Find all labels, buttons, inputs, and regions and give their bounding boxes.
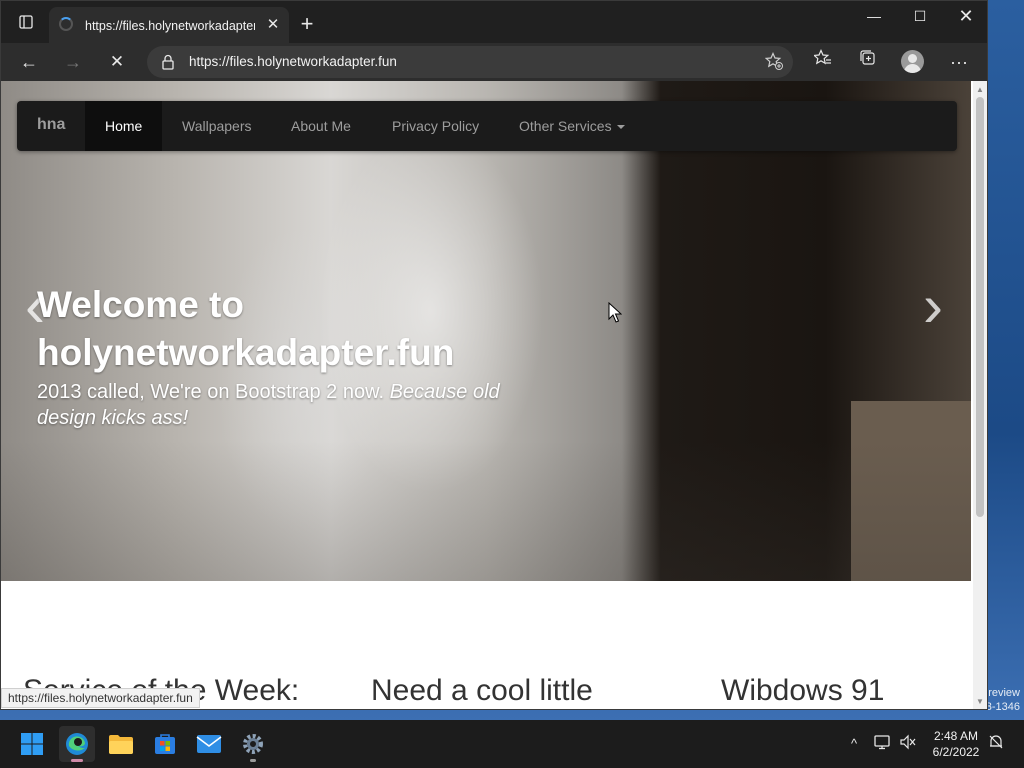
- microsoft-store-icon[interactable]: [147, 726, 183, 762]
- running-indicator: [250, 759, 256, 762]
- mouse-cursor-icon: [608, 301, 623, 324]
- profile-icon[interactable]: [899, 49, 927, 75]
- network-icon[interactable]: [872, 734, 892, 754]
- tab-actions-icon[interactable]: [11, 11, 41, 39]
- tab-close-icon[interactable]: ✕: [263, 15, 283, 35]
- caption-subtitle: 2013 called, We're on Bootstrap 2 now. B…: [37, 379, 557, 431]
- nav-other-services-label: Other Services: [519, 118, 612, 134]
- tray-overflow-chevron-icon[interactable]: ^: [844, 734, 864, 754]
- maximize-button[interactable]: ☐: [897, 1, 943, 33]
- mail-icon[interactable]: [191, 726, 227, 762]
- hero-image-shade: [1, 441, 971, 581]
- caption-title-line-2: holynetworkadapter.fun: [37, 332, 455, 373]
- nav-home[interactable]: Home: [85, 101, 163, 151]
- forward-button[interactable]: →: [57, 47, 89, 77]
- clock-date: 6/2/2022: [932, 745, 980, 759]
- start-menu-icon[interactable]: [14, 726, 50, 762]
- taskbar: ^ 2:48 AM 6/2/2022: [0, 720, 1024, 768]
- nav-about-me[interactable]: About Me: [271, 101, 371, 151]
- volume-muted-icon[interactable]: [898, 734, 918, 754]
- loading-spinner-icon: [59, 17, 73, 31]
- browser-tab-active[interactable]: https://files.holynetworkadapter.fun ✕: [49, 7, 289, 43]
- close-window-button[interactable]: ✕: [943, 1, 987, 33]
- active-indicator: [71, 759, 83, 762]
- page-viewport: hna Home Wallpapers About Me Privacy Pol…: [1, 81, 973, 709]
- carousel-next-icon[interactable]: ›: [913, 271, 953, 341]
- scroll-up-icon[interactable]: ▲: [973, 83, 987, 97]
- caption-title-line-1: Welcome to: [37, 284, 244, 325]
- section-heading-need-cool: Need a cool little: [371, 674, 593, 707]
- address-bar[interactable]: https://files.holynetworkadapter.fun: [147, 46, 793, 78]
- nav-privacy-policy[interactable]: Privacy Policy: [372, 101, 499, 151]
- scroll-down-icon[interactable]: ▼: [973, 695, 987, 709]
- more-options-icon[interactable]: ···: [945, 49, 973, 75]
- file-explorer-icon[interactable]: [103, 726, 139, 762]
- dropdown-caret-icon: [616, 125, 625, 130]
- nav-wallpapers[interactable]: Wallpapers: [162, 101, 272, 151]
- carousel-caption: Welcome to holynetworkadapter.fun 2013 c…: [37, 281, 557, 431]
- section-heading-wibdows: Wibdows 91: [721, 674, 885, 707]
- stop-loading-button[interactable]: ✕: [101, 47, 133, 77]
- tab-title: https://files.holynetworkadapter.fun: [85, 19, 255, 33]
- url-text[interactable]: https://files.holynetworkadapter.fun: [189, 53, 689, 71]
- scroll-thumb[interactable]: [976, 97, 984, 517]
- browser-toolbar: ← → ✕ https://files.holynetworkadapter.f…: [1, 43, 987, 81]
- browser-titlebar: https://files.holynetworkadapter.fun ✕ +…: [1, 1, 987, 43]
- collections-icon[interactable]: [854, 49, 882, 75]
- caption-subtitle-plain: 2013 called, We're on Bootstrap 2 now.: [37, 381, 390, 403]
- nav-other-services[interactable]: Other Services: [499, 101, 645, 151]
- lock-icon[interactable]: [161, 54, 175, 70]
- minimize-button[interactable]: —: [851, 1, 897, 33]
- browser-window: https://files.holynetworkadapter.fun ✕ +…: [0, 0, 988, 710]
- link-status-tooltip: https://files.holynetworkadapter.fun: [1, 688, 200, 708]
- avatar: [901, 50, 924, 73]
- favorites-icon[interactable]: [809, 49, 837, 75]
- new-tab-button[interactable]: +: [295, 11, 319, 39]
- page-scrollbar[interactable]: ▲ ▼: [973, 81, 987, 709]
- edge-browser-icon[interactable]: [59, 726, 95, 762]
- settings-gear-icon[interactable]: [235, 726, 271, 762]
- back-button[interactable]: ←: [13, 47, 45, 77]
- clock-time: 2:48 AM: [933, 729, 979, 743]
- site-navbar: hna Home Wallpapers About Me Privacy Pol…: [17, 101, 957, 151]
- system-clock[interactable]: 2:48 AM 6/2/2022: [922, 728, 990, 762]
- notification-bell-icon[interactable]: [986, 734, 1006, 754]
- add-favorite-icon[interactable]: [763, 52, 785, 72]
